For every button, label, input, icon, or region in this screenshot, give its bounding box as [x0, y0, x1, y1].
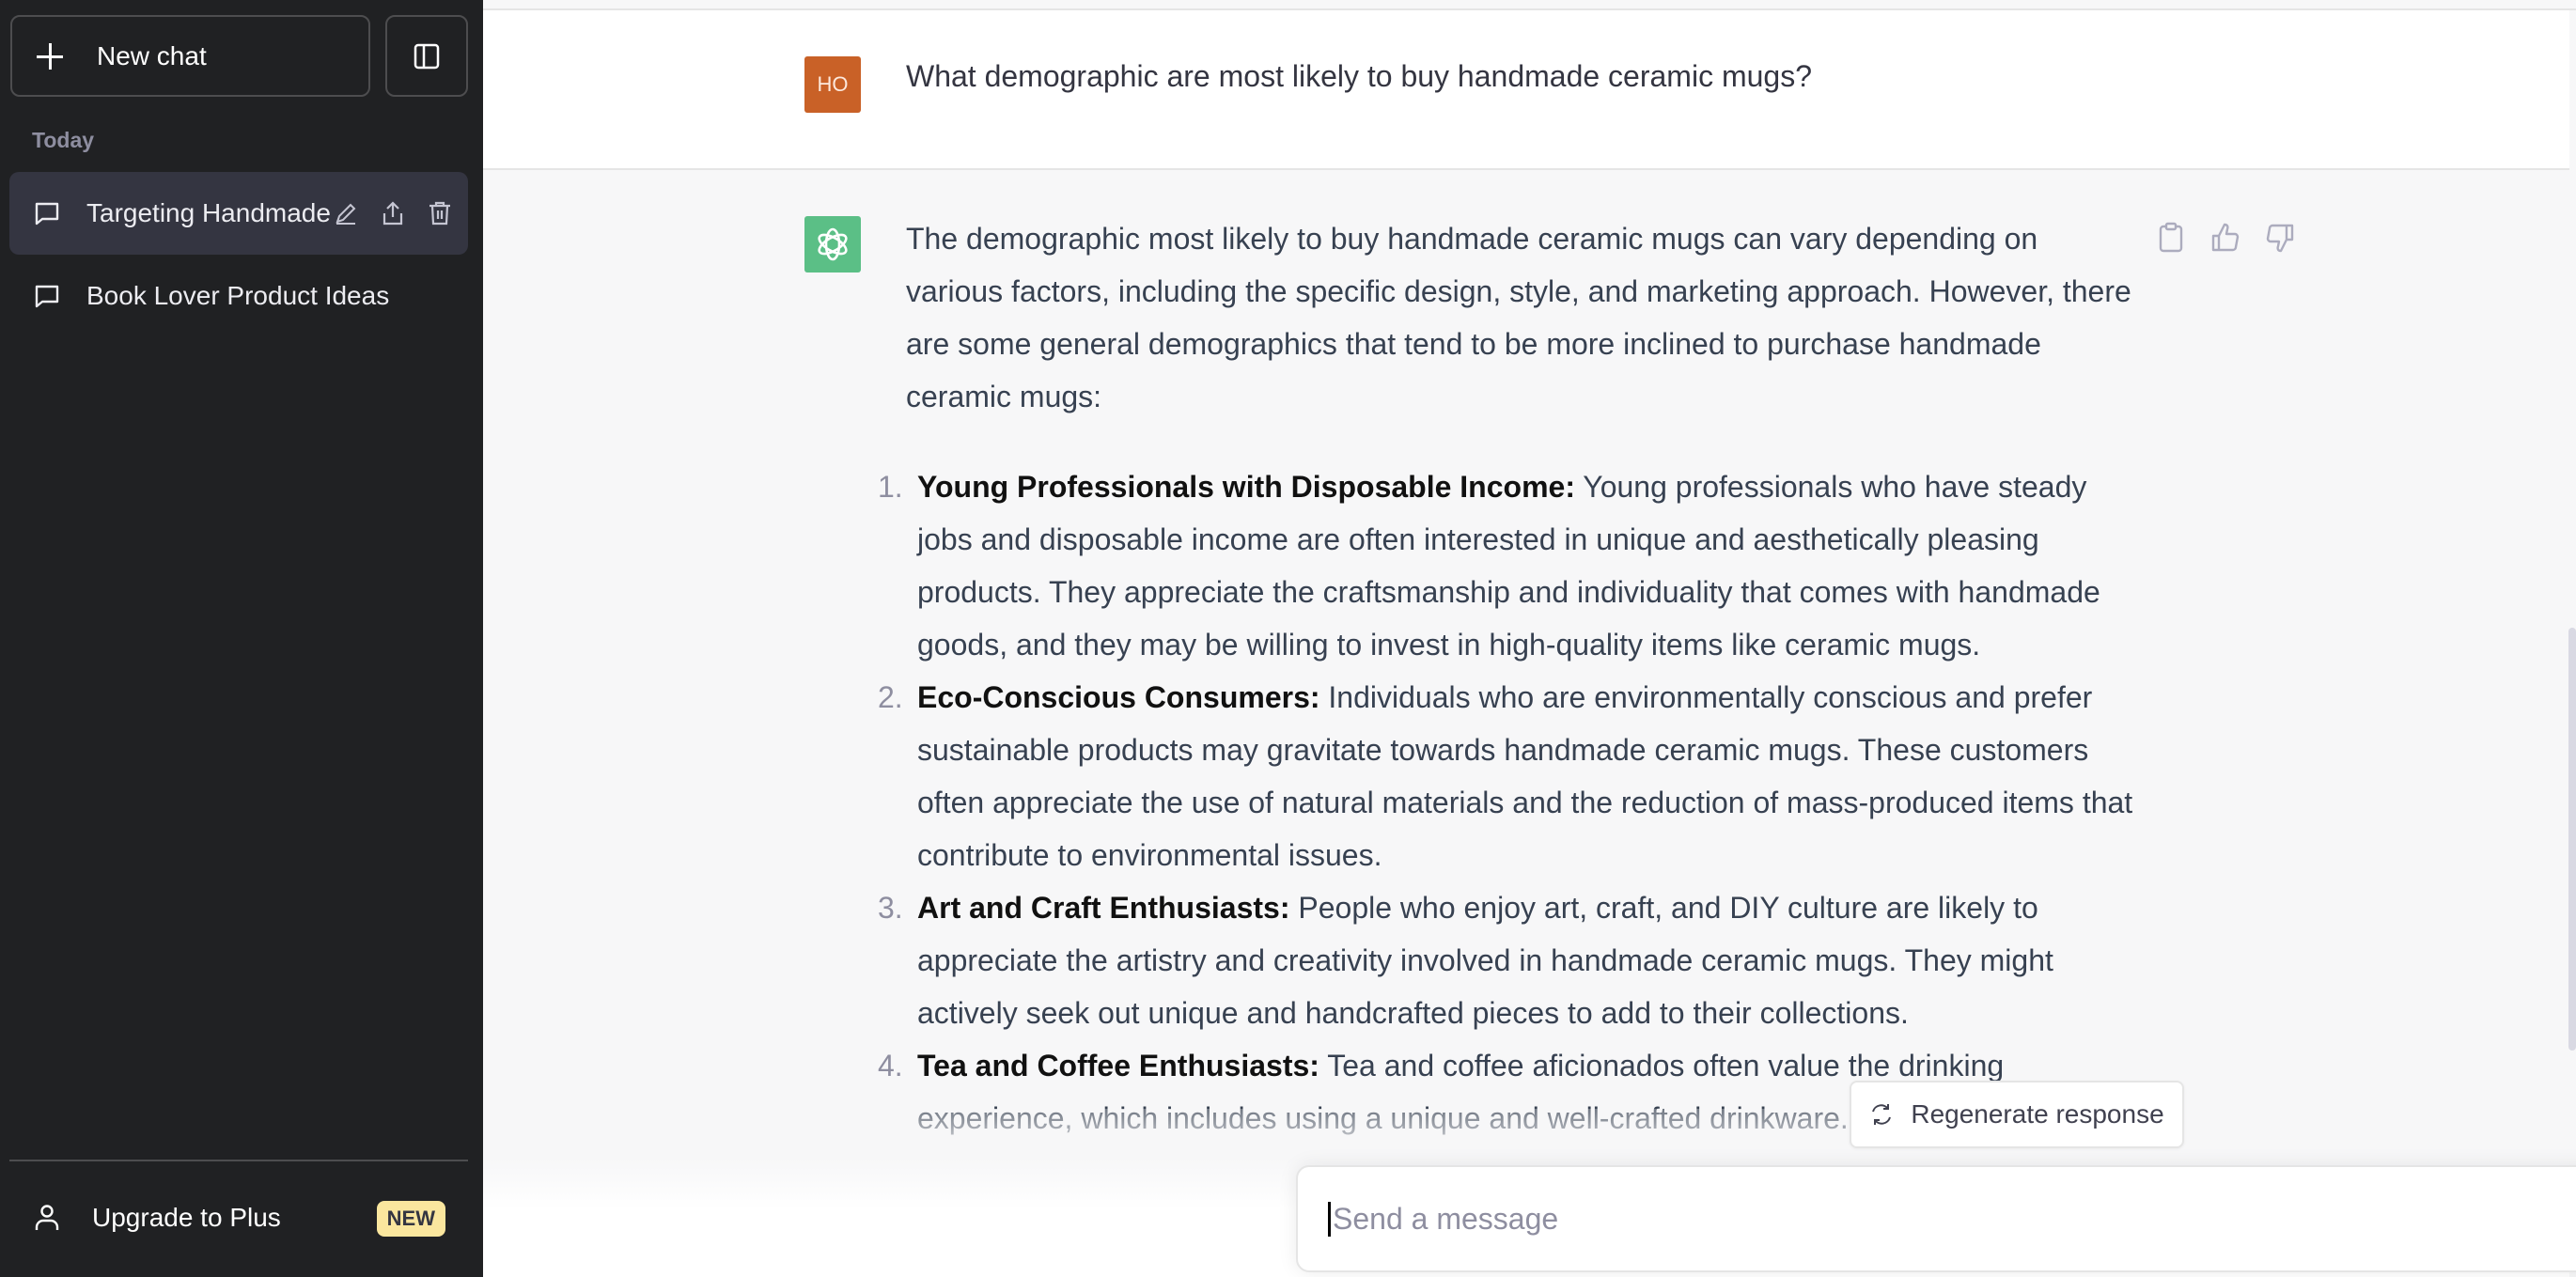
- upgrade-label: Upgrade to Plus: [92, 1203, 281, 1232]
- user-message: HO What demographic are most likely to b…: [483, 10, 2569, 170]
- message-composer: [1296, 1165, 2576, 1272]
- list-item-title: Young Professionals with Disposable Inco…: [917, 470, 1575, 504]
- chat-bubble-icon: [35, 285, 59, 308]
- list-number: 1.: [878, 470, 903, 504]
- copy-icon[interactable]: [2156, 222, 2186, 254]
- scrollbar-thumb[interactable]: [2568, 628, 2576, 1051]
- chat-bubble-icon: [35, 202, 59, 226]
- regenerate-response-button[interactable]: Regenerate response: [1850, 1081, 2184, 1148]
- list-number: 2.: [878, 680, 903, 714]
- new-chat-label: New chat: [97, 40, 207, 70]
- sidebar-toggle-icon: [414, 43, 440, 69]
- list-item: 3. Art and Craft Enthusiasts: People who …: [878, 881, 2139, 1039]
- edit-icon[interactable]: [333, 200, 359, 226]
- delete-icon[interactable]: [427, 200, 453, 226]
- user-message-text: What demographic are most likely to buy …: [906, 59, 1812, 93]
- assistant-intro: The demographic most likely to buy handm…: [906, 222, 2131, 413]
- new-badge: NEW: [376, 1201, 445, 1237]
- sidebar: New chat Today Targeting Handmade Book L…: [0, 0, 483, 1277]
- thumbs-down-icon[interactable]: [2265, 222, 2295, 254]
- user-avatar: HO: [804, 56, 861, 113]
- openai-logo-icon: [818, 227, 848, 261]
- sidebar-divider: [9, 1160, 468, 1161]
- upgrade-to-plus-button[interactable]: Upgrade to Plus NEW: [9, 1176, 468, 1259]
- chat-title: Book Lover Product Ideas: [86, 281, 390, 310]
- chat-main: HO What demographic are most likely to b…: [483, 0, 2576, 1277]
- user-icon: [35, 1205, 59, 1230]
- assistant-message: The demographic most likely to buy handm…: [878, 212, 2576, 1145]
- assistant-avatar: [804, 216, 861, 273]
- section-label-today: Today: [32, 128, 95, 152]
- thumbs-up-icon[interactable]: [2210, 222, 2240, 254]
- list-item: 2. Eco-Conscious Consumers: Individuals w…: [878, 671, 2139, 881]
- list-number: 3.: [878, 891, 903, 925]
- list-item-title: Eco-Conscious Consumers:: [917, 680, 1320, 714]
- plus-icon: [37, 42, 63, 70]
- new-chat-button[interactable]: New chat: [10, 15, 370, 97]
- message-actions: [2156, 222, 2295, 254]
- list-item-title: Tea and Coffee Enthusiasts:: [917, 1049, 1319, 1082]
- refresh-icon: [1872, 1104, 1892, 1125]
- regenerate-label: Regenerate response: [1911, 1099, 2164, 1129]
- share-icon[interactable]: [380, 200, 406, 226]
- list-item-title: Art and Craft Enthusiasts:: [917, 891, 1290, 925]
- toggle-sidebar-button[interactable]: [385, 15, 468, 97]
- demographic-list: 1. Young Professionals with Disposable In…: [878, 460, 2576, 1145]
- list-item: 1. Young Professionals with Disposable In…: [878, 460, 2139, 671]
- chat-item-book-lover[interactable]: Book Lover Product Ideas: [9, 255, 468, 337]
- list-number: 4.: [878, 1049, 903, 1082]
- chat-item-targeting-handmade[interactable]: Targeting Handmade: [9, 172, 468, 255]
- top-strip: [483, 0, 2576, 10]
- chat-title: Targeting Handmade: [86, 198, 331, 227]
- message-input[interactable]: [1328, 1201, 2576, 1237]
